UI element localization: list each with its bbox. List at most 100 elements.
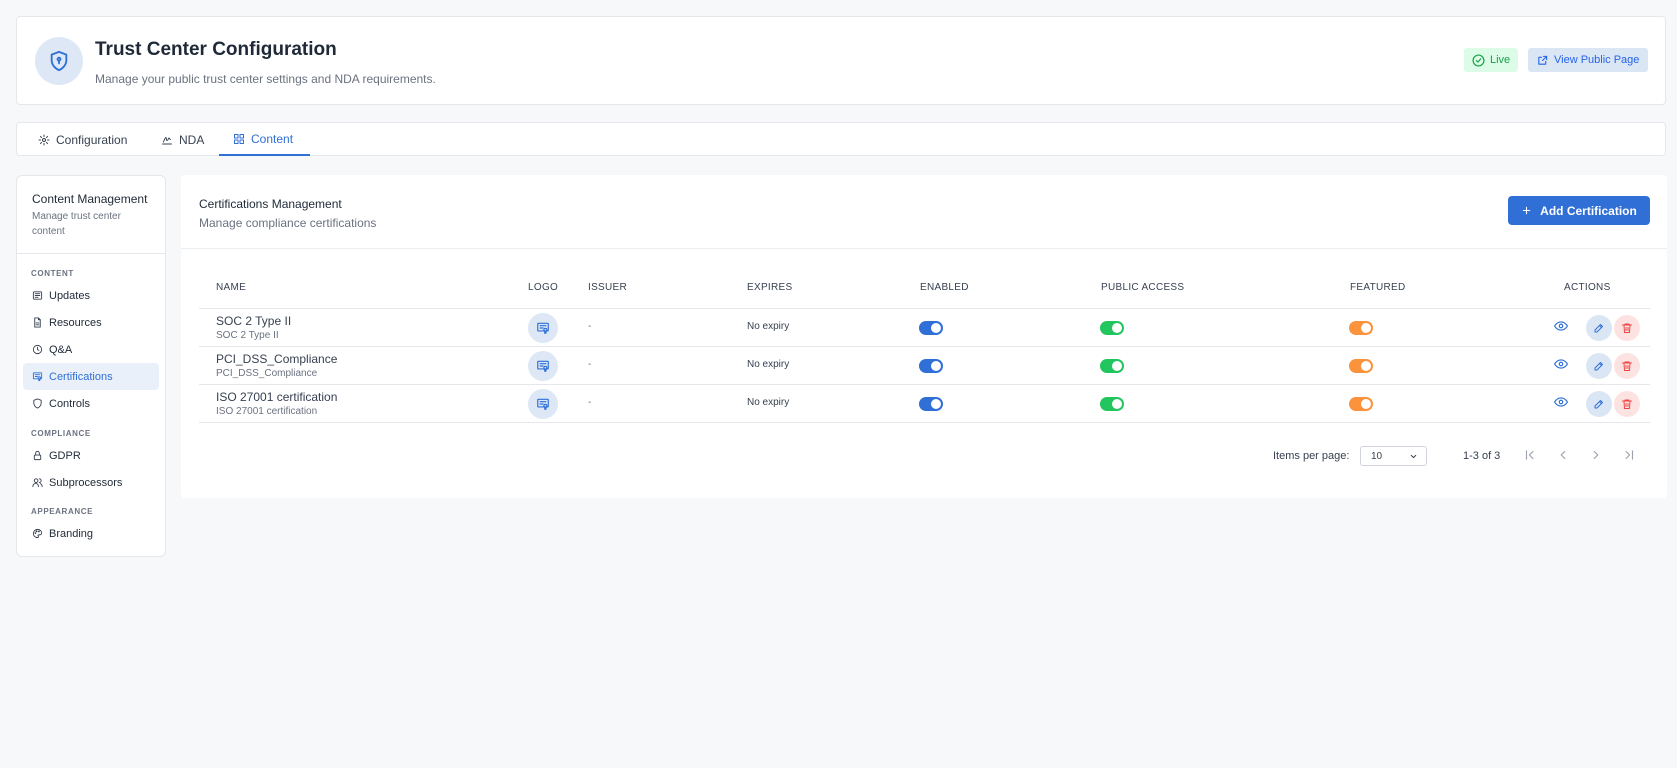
header-card: Trust Center Configuration Manage your p… (16, 16, 1666, 105)
featured-toggle[interactable] (1349, 397, 1373, 411)
last-page-icon[interactable] (1622, 448, 1636, 462)
edit-icon[interactable] (1586, 353, 1612, 379)
certification-subname: ISO 27001 certification (216, 406, 318, 417)
expires-value: No expiry (747, 397, 790, 408)
table-row: PCI_DSS_Compliance PCI_DSS_Compliance - … (199, 347, 1650, 385)
view-public-page-label: View Public Page (1554, 54, 1640, 66)
certificate-logo-icon (528, 389, 558, 419)
certificate-icon (32, 371, 43, 382)
signature-icon (161, 134, 173, 146)
tab-label: NDA (179, 132, 205, 147)
sidebar-item-label: Resources (49, 316, 102, 329)
sidebar-item-label: Updates (49, 289, 90, 302)
sidebar: Content Management Manage trust center c… (16, 175, 166, 557)
tab-configuration[interactable]: Configuration (38, 123, 127, 156)
tab-content[interactable]: Content (219, 123, 310, 156)
sidebar-subtitle: Manage trust center content (32, 211, 121, 237)
enabled-toggle[interactable] (919, 397, 943, 411)
certification-name[interactable]: ISO 27001 certification (216, 390, 337, 404)
column-header-issuer: ISSUER (588, 282, 628, 293)
eye-icon[interactable] (1554, 395, 1568, 409)
view-public-page-button[interactable]: View Public Page (1528, 48, 1649, 72)
sidebar-item-label: Q&A (49, 343, 73, 356)
sidebar-item-gdpr[interactable]: GDPR (23, 442, 159, 469)
public-access-toggle[interactable] (1100, 397, 1124, 411)
add-certification-button[interactable]: Add Certification (1508, 196, 1650, 225)
sidebar-item-label: Controls (49, 397, 90, 410)
eye-icon[interactable] (1554, 319, 1568, 333)
certification-subname: SOC 2 Type II (216, 330, 279, 341)
trash-icon[interactable] (1614, 391, 1640, 417)
sidebar-item-label: Branding (49, 527, 94, 540)
first-page-icon[interactable] (1523, 448, 1537, 462)
next-page-icon[interactable] (1589, 448, 1603, 462)
live-status-label: Live (1490, 54, 1511, 66)
sidebar-title: Content Management (32, 192, 148, 206)
eye-icon[interactable] (1554, 357, 1568, 371)
edit-icon[interactable] (1586, 391, 1612, 417)
users-icon (32, 477, 43, 488)
public-access-toggle[interactable] (1100, 321, 1124, 335)
sidebar-item-branding[interactable]: Branding (23, 520, 159, 547)
expires-value: No expiry (747, 359, 790, 370)
sidebar-item-updates[interactable]: Updates (23, 282, 159, 309)
sidebar-item-label: Certifications (49, 370, 113, 383)
divider (181, 248, 1667, 249)
sidebar-item-label: Subprocessors (49, 476, 123, 489)
trash-icon[interactable] (1614, 353, 1640, 379)
sidebar-divider (17, 253, 165, 254)
tab-label: Configuration (56, 132, 128, 147)
certifications-card: Certifications Management Manage complia… (181, 175, 1667, 498)
certification-subname: PCI_DSS_Compliance (216, 368, 318, 379)
previous-page-icon[interactable] (1556, 448, 1570, 462)
issuer-value: - (588, 397, 592, 408)
certificate-logo-icon (528, 313, 558, 343)
items-per-page-select[interactable]: 10 (1360, 446, 1427, 466)
clock-icon (32, 344, 43, 355)
column-header-logo: LOGO (528, 282, 559, 293)
newspaper-icon (32, 290, 43, 301)
enabled-toggle[interactable] (919, 321, 943, 335)
sidebar-item-qa[interactable]: Q&A (23, 336, 159, 363)
edit-icon[interactable] (1586, 315, 1612, 341)
sidebar-item-resources[interactable]: Resources (23, 309, 159, 336)
shield-icon (32, 398, 43, 409)
plus-icon (1521, 205, 1532, 216)
column-header-featured: FEATURED (1350, 282, 1406, 293)
gear-icon (38, 134, 50, 146)
column-header-actions: ACTIONS (1564, 282, 1611, 293)
section-subtitle: Manage compliance certifications (199, 216, 377, 230)
featured-toggle[interactable] (1349, 359, 1373, 373)
featured-toggle[interactable] (1349, 321, 1373, 335)
page-subtitle: Manage your public trust center settings… (95, 72, 436, 86)
sidebar-section-appearance: APPEARANCE (31, 507, 94, 516)
sidebar-item-label: GDPR (49, 449, 81, 462)
issuer-value: - (588, 359, 592, 370)
sidebar-item-certifications[interactable]: Certifications (23, 363, 159, 390)
page-title: Trust Center Configuration (95, 39, 337, 60)
sidebar-item-controls[interactable]: Controls (23, 390, 159, 417)
trash-icon[interactable] (1614, 315, 1640, 341)
file-icon (32, 317, 43, 328)
sidebar-item-subprocessors[interactable]: Subprocessors (23, 469, 159, 496)
table-row: ISO 27001 certification ISO 27001 certif… (199, 385, 1650, 423)
tabs-bar: Configuration NDA Content (16, 122, 1666, 156)
external-link-icon (1537, 55, 1548, 66)
column-header-expires: EXPIRES (747, 282, 793, 293)
column-header-public-access: PUBLIC ACCESS (1101, 282, 1185, 293)
items-per-page-value: 10 (1371, 450, 1383, 462)
certificate-logo-icon (528, 351, 558, 381)
column-header-name: NAME (216, 282, 247, 293)
tab-nda[interactable]: NDA (161, 123, 204, 156)
expires-value: No expiry (747, 321, 790, 332)
add-certification-label: Add Certification (1540, 203, 1637, 218)
section-title: Certifications Management (199, 197, 342, 211)
certification-name[interactable]: SOC 2 Type II (216, 314, 291, 328)
enabled-toggle[interactable] (919, 359, 943, 373)
tab-label: Content (251, 131, 294, 146)
column-header-enabled: ENABLED (920, 282, 969, 293)
public-access-toggle[interactable] (1100, 359, 1124, 373)
shield-lock-icon (35, 37, 83, 85)
sidebar-section-compliance: COMPLIANCE (31, 429, 91, 438)
certification-name[interactable]: PCI_DSS_Compliance (216, 352, 337, 366)
